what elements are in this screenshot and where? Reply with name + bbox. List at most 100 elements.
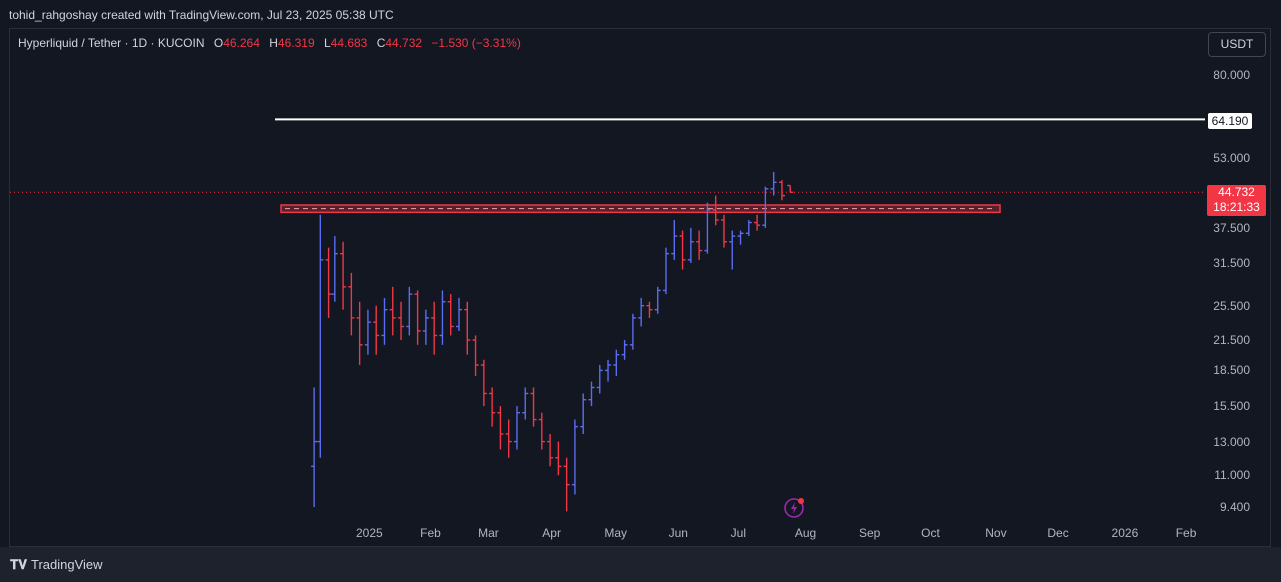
ohlc-bar — [646, 301, 653, 318]
ohlc-bar — [364, 309, 371, 355]
time-tick: Nov — [985, 526, 1007, 540]
ohlc-bar — [311, 387, 318, 507]
high-label: H — [269, 36, 278, 50]
price-tick: 37.500 — [1213, 220, 1250, 235]
price-tick: 13.000 — [1213, 434, 1250, 449]
time-tick: Sep — [859, 526, 881, 540]
time-tick: May — [604, 526, 628, 540]
ohlc-bar — [472, 335, 479, 376]
time-tick: Feb — [1175, 526, 1197, 540]
ohlc-bar — [389, 286, 396, 336]
ohlc-bar — [770, 171, 777, 196]
ohlc-bar — [497, 406, 504, 450]
change-value: −1.530 (−3.31%) — [431, 36, 521, 50]
ohlc-bar — [464, 301, 471, 355]
time-tick: Apr — [542, 526, 561, 540]
ohlc-bar — [613, 349, 620, 376]
tradingview-logo[interactable]: 𝐓𝐕 TradingView — [10, 557, 103, 573]
low-label: L — [323, 36, 331, 50]
price-tick: 31.500 — [1213, 256, 1250, 271]
ohlc-bar — [414, 290, 421, 345]
time-tick: Jul — [730, 526, 746, 540]
ohlc-bar — [522, 387, 529, 420]
ohlc-bar — [317, 214, 324, 458]
ohlc-bar — [588, 381, 595, 407]
ohlc-bar — [538, 412, 545, 450]
price-chart[interactable] — [0, 0, 1281, 582]
ohlc-bar — [580, 393, 587, 434]
ohlc-bar — [422, 309, 429, 345]
ohlc-bar — [331, 236, 338, 302]
ohlc-bar — [729, 230, 736, 270]
ohlc-bar — [513, 406, 520, 450]
time-tick: Aug — [794, 526, 817, 540]
high-value: 46.319 — [277, 36, 315, 50]
time-tick: Jun — [668, 526, 688, 540]
ohlc-bar — [348, 272, 355, 336]
time-tick: 2025 — [356, 526, 383, 540]
footer-bar: 𝐓𝐕 TradingView — [0, 547, 1281, 582]
currency-button[interactable]: USDT — [1208, 32, 1266, 57]
ohlc-bar — [638, 297, 645, 327]
ohlc-bar — [605, 359, 612, 382]
ohlc-bar — [754, 214, 761, 231]
brand-name: TradingView — [31, 557, 103, 572]
ohlc-bar — [571, 419, 578, 495]
time-tick: 2026 — [1111, 526, 1139, 540]
ohlc-bar — [787, 184, 794, 193]
time-tick: Dec — [1047, 526, 1069, 540]
ohlc-bar — [596, 365, 603, 394]
price-tick: 15.500 — [1213, 399, 1250, 414]
ohlc-bar — [439, 290, 446, 345]
ohlc-bar — [447, 294, 454, 336]
lightning-alert-icon[interactable] — [783, 496, 807, 520]
last-price-badge: 44.732 18:21:33 — [1207, 185, 1266, 216]
ohlc-bar — [696, 230, 703, 260]
time-tick: Mar — [478, 526, 499, 540]
ohlc-bar — [745, 219, 752, 237]
bar-countdown: 18:21:33 — [1213, 200, 1260, 214]
ohlc-bar — [671, 219, 678, 260]
ohlc-bar — [555, 441, 562, 476]
price-tick: 21.500 — [1213, 333, 1250, 348]
ohlc-bar — [679, 230, 686, 270]
ohlc-bar — [737, 230, 744, 245]
symbol-name: Hyperliquid / Tether · 1D · KUCOIN — [18, 36, 205, 50]
ohlc-bar — [778, 180, 785, 201]
close-value: 44.732 — [385, 36, 423, 50]
tv-logo-icon: 𝐓𝐕 — [10, 557, 27, 572]
ohlc-bar — [687, 227, 694, 264]
ohlc-bar — [325, 247, 332, 318]
low-value: 44.683 — [330, 36, 368, 50]
time-tick: Feb — [420, 526, 441, 540]
ohlc-bar — [356, 301, 363, 366]
ohlc-bar — [621, 340, 628, 360]
price-tick: 25.500 — [1213, 298, 1250, 313]
ohlc-bar — [398, 301, 405, 341]
ohlc-bar — [563, 457, 570, 512]
time-tick: Oct — [921, 526, 940, 540]
ohlc-bar — [720, 214, 727, 248]
ohlc-bar — [431, 301, 438, 355]
ohlc-bar — [406, 286, 413, 336]
ohlc-bar — [654, 286, 661, 314]
ohlc-bar — [381, 297, 388, 345]
ohlc-bar — [340, 241, 347, 310]
ohlc-bar — [505, 419, 512, 458]
ohlc-bar — [456, 297, 463, 331]
ohlc-bar — [480, 359, 487, 407]
ohlc-bar — [663, 247, 670, 295]
ohlc-bar — [530, 387, 537, 427]
price-tick: 11.000 — [1214, 468, 1250, 483]
price-tick: 18.500 — [1213, 363, 1250, 378]
ohlc-bar — [489, 387, 496, 427]
ohlc-bars — [311, 171, 794, 512]
price-tick: 53.000 — [1213, 151, 1250, 166]
last-price-value: 44.732 — [1218, 185, 1255, 199]
ohlc-bar — [547, 433, 554, 467]
ohlc-bar — [629, 313, 636, 350]
symbol-legend: Hyperliquid / Tether · 1D · KUCOIN O46.2… — [18, 36, 521, 50]
price-tick: 9.400 — [1219, 500, 1250, 514]
price-tick: 80.000 — [1213, 68, 1250, 82]
open-label: O — [213, 36, 224, 50]
